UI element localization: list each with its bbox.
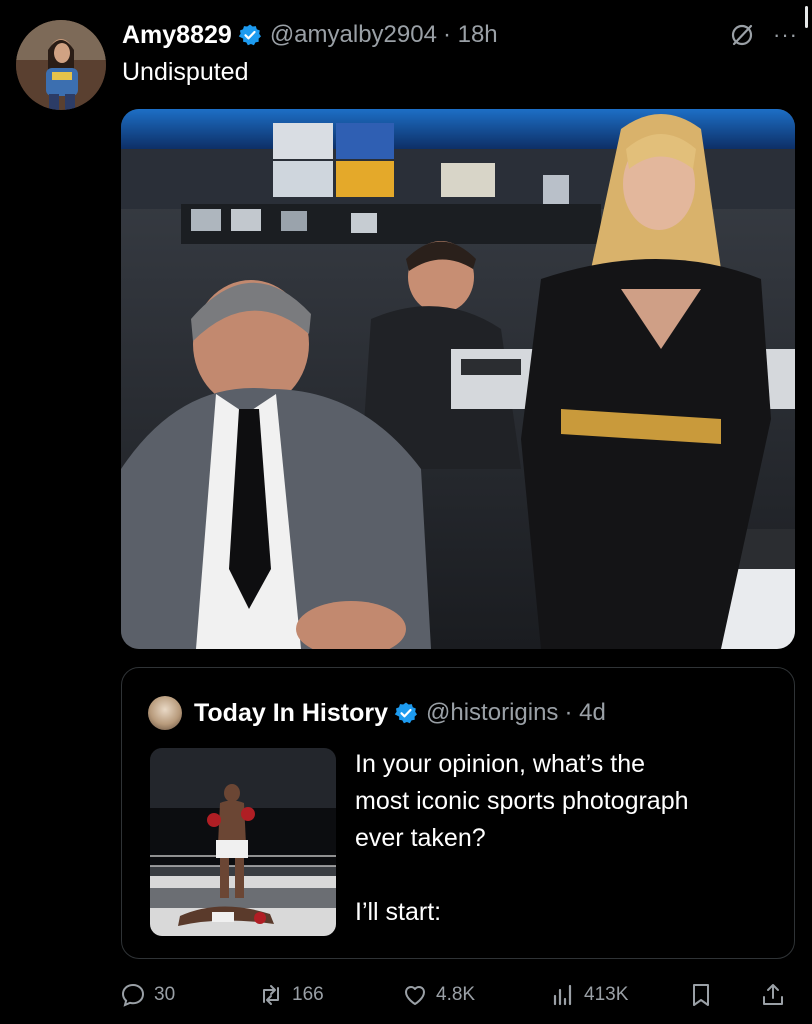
post-action-bar: 30 166 4.8K 413K (120, 977, 800, 1013)
post-header: Amy8829 @amyalby2904 · 18h (122, 18, 792, 52)
quoted-author-handle[interactable]: @historigins (426, 699, 558, 727)
views-icon (553, 984, 572, 1006)
author-handle[interactable]: @amyalby2904 (270, 21, 437, 49)
repost-count: 166 (292, 984, 324, 1005)
more-icon[interactable]: ··· (773, 22, 798, 48)
scroll-indicator (805, 6, 808, 28)
quoted-header: Today In History @historigins · 4d (194, 696, 606, 730)
post-time[interactable]: · 18h (443, 21, 498, 49)
verified-badge-icon (238, 24, 261, 46)
views-button[interactable]: 413K (550, 982, 628, 1008)
quoted-text-line-3: ever taken? (355, 824, 486, 852)
post-text: Undisputed (122, 58, 249, 86)
bookmark-icon (693, 984, 709, 1006)
verified-badge-icon (394, 702, 418, 724)
repost-icon (263, 985, 279, 1005)
quoted-author-avatar[interactable] (148, 696, 182, 730)
bookmark-button[interactable] (688, 982, 714, 1008)
like-button[interactable]: 4.8K (402, 982, 475, 1008)
post-photo[interactable] (121, 109, 795, 649)
view-count: 413K (584, 984, 629, 1005)
quoted-text-line-1: In your opinion, what’s the (355, 750, 646, 778)
quoted-text-line-2: most iconic sports photograph (355, 787, 689, 815)
quoted-text-after: I’ll start: (355, 898, 442, 926)
quoted-author-name[interactable]: Today In History (194, 699, 388, 728)
author-avatar[interactable] (16, 20, 106, 110)
reply-icon (121, 983, 145, 1007)
repost-button[interactable]: 166 (258, 982, 324, 1008)
quoted-text: In your opinion, what’s the most iconic … (355, 746, 785, 931)
quoted-photo[interactable] (150, 748, 336, 936)
reply-button[interactable]: 30 (120, 982, 175, 1008)
quoted-time[interactable]: · 4d (564, 699, 605, 727)
share-icon (763, 984, 783, 1005)
like-count: 4.8K (436, 984, 476, 1005)
quoted-post[interactable]: Today In History @historigins · 4d In yo… (121, 667, 795, 959)
header-actions: ··· (729, 22, 798, 48)
like-icon (405, 986, 425, 1005)
author-name[interactable]: Amy8829 (122, 21, 232, 50)
reply-count: 30 (154, 984, 176, 1005)
grok-icon[interactable] (729, 22, 755, 48)
share-button[interactable] (760, 982, 786, 1008)
